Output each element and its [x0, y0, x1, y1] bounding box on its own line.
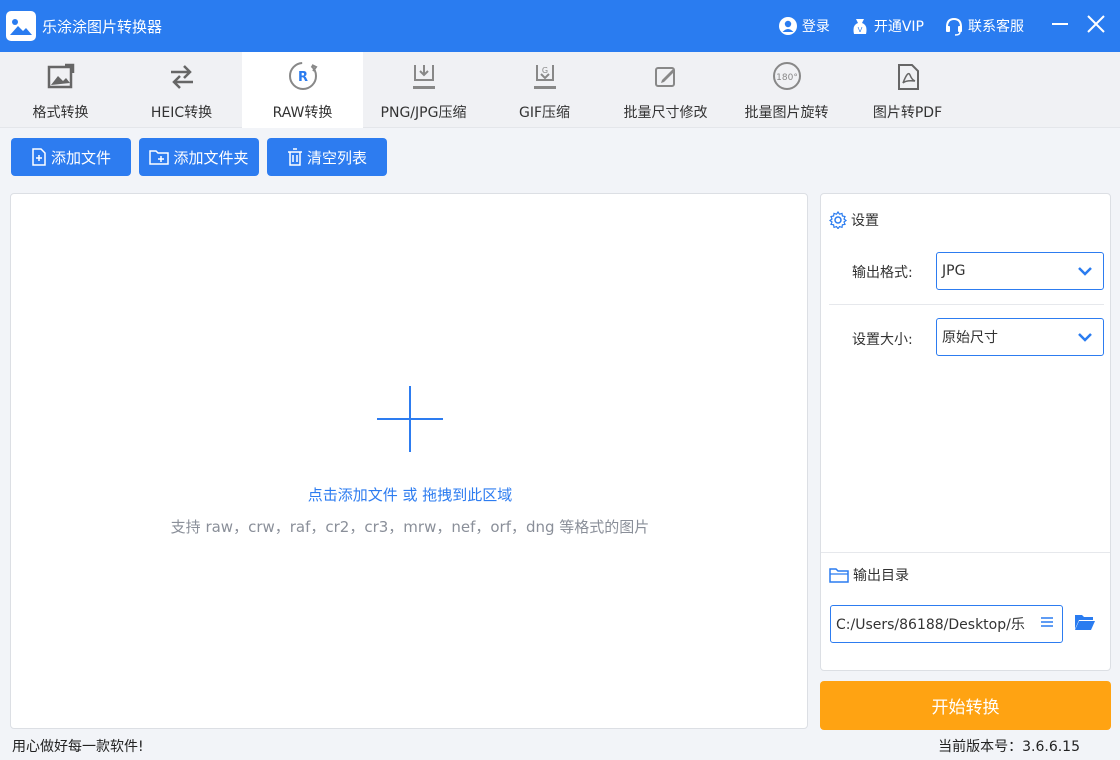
tool-tabs: 格式转换 HEIC转换 R RAW转换 PNG/JPG压缩 G GIF压缩 批量…	[0, 52, 1120, 128]
tab-batch-resize[interactable]: 批量尺寸修改	[605, 52, 726, 128]
toolbar: 添加文件 添加文件夹 清空列表	[11, 138, 387, 176]
file-drop-zone[interactable]: 点击添加文件 或 拖拽到此区域 支持 raw，crw，raf，cr2，cr3，m…	[10, 193, 808, 729]
tab-label: 批量尺寸修改	[623, 105, 708, 121]
chevron-down-icon	[1077, 331, 1093, 347]
settings-header: 设置	[829, 210, 879, 230]
tab-label: HEIC转换	[150, 105, 213, 121]
start-convert-button[interactable]: 开始转换	[820, 681, 1111, 730]
tab-raw-convert[interactable]: R RAW转换	[242, 52, 363, 128]
tab-gif-compress[interactable]: G GIF压缩	[484, 52, 605, 128]
output-divider	[821, 552, 1110, 553]
drop-zone-hint[interactable]: 点击添加文件 或 拖拽到此区域	[11, 484, 809, 505]
svg-text:G: G	[541, 66, 547, 75]
open-folder-icon	[1074, 615, 1096, 635]
output-format-select[interactable]: JPG	[936, 252, 1104, 290]
browse-folder-button[interactable]	[1074, 613, 1096, 635]
vip-label: 开通VIP	[873, 19, 924, 35]
app-title: 乐涂涂图片转换器	[42, 17, 163, 36]
tab-label: RAW转换	[272, 105, 333, 121]
version-text: 当前版本号：3.6.6.15	[938, 739, 1080, 755]
add-file-icon	[31, 148, 47, 166]
support-link[interactable]: 联系客服	[944, 16, 1024, 36]
minimize-icon	[1051, 15, 1069, 37]
edit-size-icon	[651, 52, 681, 92]
headset-icon	[944, 16, 964, 36]
title-bar: 乐涂涂图片转换器 登录 V 开通VIP 联系客服	[0, 0, 1120, 52]
minimize-button[interactable]	[1044, 0, 1076, 52]
slogan-text: 用心做好每一款软件!	[12, 739, 144, 755]
login-link[interactable]: 登录	[778, 16, 830, 36]
gear-icon	[829, 211, 847, 229]
settings-title: 设置	[851, 213, 879, 229]
vip-link[interactable]: V 开通VIP	[850, 16, 924, 36]
output-dir-title: 输出目录	[853, 568, 909, 584]
tab-heic-convert[interactable]: HEIC转换	[121, 52, 242, 128]
folder-icon	[829, 567, 849, 583]
add-file-label: 添加文件	[50, 148, 111, 167]
tab-label: 格式转换	[32, 105, 89, 121]
clear-list-button[interactable]: 清空列表	[267, 138, 387, 176]
format-convert-icon	[46, 52, 76, 92]
raw-r-icon: R	[287, 52, 319, 92]
output-format-label: 输出格式:	[852, 265, 913, 281]
user-icon	[778, 16, 798, 36]
add-folder-label: 添加文件夹	[173, 148, 249, 167]
close-button[interactable]	[1080, 0, 1112, 52]
svg-text:R: R	[297, 70, 307, 85]
tab-format-convert[interactable]: 格式转换	[0, 52, 121, 128]
trash-icon	[287, 148, 303, 166]
image-logo-icon	[6, 11, 36, 41]
tab-label: 图片转PDF	[872, 105, 943, 121]
size-value: 原始尺寸	[942, 330, 998, 346]
compress-icon	[409, 52, 439, 92]
pdf-icon	[893, 52, 923, 92]
supported-formats-text: 支持 raw，crw，raf，cr2，cr3，mrw，nef，orf，dng 等…	[170, 518, 650, 536]
tab-label: 批量图片旋转	[744, 105, 829, 121]
svg-text:V: V	[857, 26, 862, 34]
login-label: 登录	[801, 19, 830, 35]
add-plus-icon[interactable]	[377, 386, 443, 452]
output-dir-header: 输出目录	[829, 565, 909, 585]
tab-label: GIF压缩	[518, 105, 571, 121]
swap-arrows-icon	[167, 52, 197, 92]
output-format-value: JPG	[942, 263, 966, 279]
svg-text:180°: 180°	[776, 73, 798, 83]
output-dir-value: C:/Users/86188/Desktop/乐	[836, 617, 1025, 633]
vip-bag-icon: V	[850, 16, 870, 36]
settings-panel: 设置 输出格式: JPG 设置大小: 原始尺寸 输出目录 C:/Users/86…	[820, 193, 1111, 671]
rotate-180-icon: 180°	[771, 52, 803, 92]
add-folder-button[interactable]: 添加文件夹	[139, 138, 259, 176]
output-dir-field[interactable]: C:/Users/86188/Desktop/乐	[830, 605, 1063, 643]
status-bar: 用心做好每一款软件! 当前版本号：3.6.6.15	[0, 732, 1120, 760]
add-folder-icon	[149, 149, 170, 165]
settings-divider	[829, 304, 1104, 305]
tab-image-to-pdf[interactable]: 图片转PDF	[847, 52, 968, 128]
chevron-down-icon	[1077, 265, 1093, 281]
support-label: 联系客服	[968, 19, 1024, 35]
gif-compress-icon: G	[530, 52, 560, 92]
tab-label: PNG/JPG压缩	[380, 105, 467, 121]
list-menu-icon[interactable]	[1040, 615, 1054, 633]
size-select[interactable]: 原始尺寸	[936, 318, 1104, 356]
clear-list-label: 清空列表	[306, 148, 367, 167]
add-file-button[interactable]: 添加文件	[11, 138, 131, 176]
tab-batch-rotate[interactable]: 180° 批量图片旋转	[726, 52, 847, 128]
close-icon	[1086, 14, 1106, 38]
tab-png-jpg-compress[interactable]: PNG/JPG压缩	[363, 52, 484, 128]
size-label: 设置大小:	[852, 332, 913, 348]
